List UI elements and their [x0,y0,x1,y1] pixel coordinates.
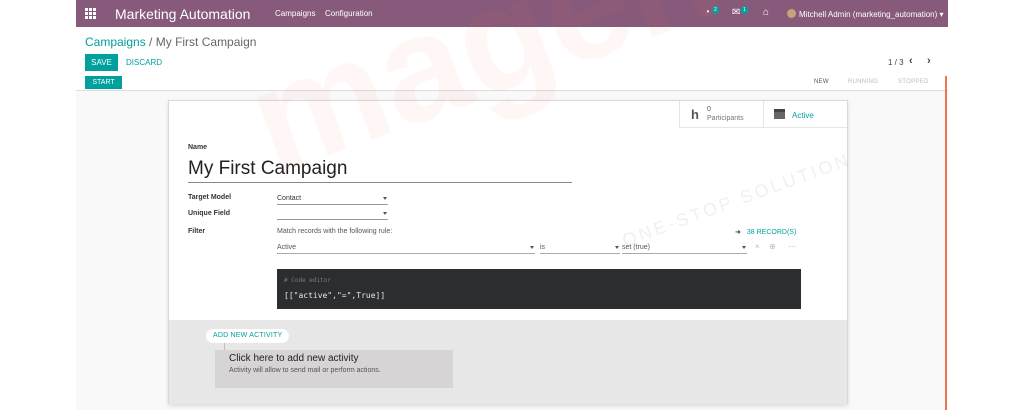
stage-stopped[interactable]: STOPPED [898,79,929,85]
avatar [787,9,796,18]
menu-campaigns[interactable]: Campaigns [275,9,315,18]
domain-value-value: set (true) [622,244,651,251]
code-editor[interactable]: # Code editor [["active","=",True]] [277,269,801,309]
more-options-icon[interactable]: ⋯ [788,242,796,251]
participants-button[interactable]: h 0 Participants [679,101,763,128]
caret-down-icon [615,246,619,249]
target-model-select[interactable]: Contact [277,194,388,205]
caret-down-icon: ▾ [939,10,944,19]
unique-field-label: Unique Field [188,210,230,217]
caret-down-icon [383,197,387,200]
pager-value[interactable]: 1 / 3 [888,58,904,67]
status-bar: START NEW RUNNING STOPPED [76,76,948,91]
add-rule-icon[interactable]: ⊕ [769,242,776,251]
caret-down-icon [383,212,387,215]
domain-field-select[interactable]: Active [277,243,535,254]
records-link[interactable]: ➜ 38 RECORD(S) [735,228,796,236]
home-icon[interactable]: ⌂ [763,8,769,18]
message-badge: 1 [741,6,748,14]
participants-count: 0 [707,106,711,113]
filter-label: Filter [188,228,206,235]
target-model-value: Contact [277,195,302,202]
card-subtitle: Activity will allow to send mail or perf… [229,367,381,374]
filter-rule-text: Match records with the following rule: [277,228,393,235]
activities-panel: ADD NEW ACTIVITY Click here to add new a… [169,320,847,404]
domain-field-value: Active [277,244,297,251]
stage-new[interactable]: NEW [814,79,829,85]
start-button[interactable]: START [85,76,122,89]
menu-configuration[interactable]: Configuration [325,9,373,18]
code-content: [["active","=",True]] [284,291,386,300]
active-label: Active [792,111,814,120]
breadcrumb-separator: / [149,35,153,49]
add-activity-button[interactable]: ADD NEW ACTIVITY [206,329,290,343]
add-activity-card[interactable]: Click here to add new activity Activity … [215,350,453,388]
card-title: Click here to add new activity [229,353,359,364]
status-accent-bar [945,76,947,410]
chevron-right-icon[interactable]: › [927,55,931,67]
participants-label: Participants [707,115,744,122]
name-label: Name [188,144,208,151]
archive-icon [774,109,785,119]
domain-operator-select[interactable]: is [540,243,620,254]
chevron-left-icon[interactable]: ‹ [909,55,913,67]
top-navbar: Marketing Automation Campaigns Configura… [76,0,948,27]
save-button[interactable]: SAVE [85,54,118,71]
discard-button[interactable]: DISCARD [126,58,162,67]
delete-rule-icon[interactable]: × [755,242,760,251]
breadcrumb-current: My First Campaign [155,35,257,49]
breadcrumb-campaigns[interactable]: Campaigns [85,35,146,49]
caret-down-icon [530,246,534,249]
breadcrumb: Campaigns / My First Campaign [85,35,256,49]
apps-grid-icon[interactable] [85,8,96,19]
button-box: h 0 Participants Active [679,101,847,128]
arrow-right-icon: ➜ [735,229,741,236]
campaign-name-input[interactable]: My First Campaign [188,157,572,183]
chat-icon[interactable]: ✉ [732,8,740,18]
user-menu[interactable]: Mitchell Admin (marketing_automation) ▾ [787,9,944,19]
caret-down-icon [742,246,746,249]
app-window: Marketing Automation Campaigns Configura… [76,0,948,410]
code-comment: # Code editor [284,277,331,284]
app-title[interactable]: Marketing Automation [115,6,250,22]
records-count: 38 RECORD(S) [746,229,797,236]
stage-running[interactable]: RUNNING [848,79,878,85]
active-toggle-button[interactable]: Active [763,101,847,128]
activity-clock-icon[interactable]: ◔ [704,8,710,18]
unique-field-select[interactable] [277,209,388,220]
activity-badge: 2 [712,6,719,14]
form-sheet: h 0 Participants Active Name My First Ca… [168,100,848,404]
domain-operator-value: is [540,244,546,251]
domain-value-select[interactable]: set (true) [622,243,747,254]
user-name: Mitchell Admin (marketing_automation) [799,10,938,19]
participants-icon: h [691,107,699,122]
target-model-label: Target Model [188,194,232,201]
